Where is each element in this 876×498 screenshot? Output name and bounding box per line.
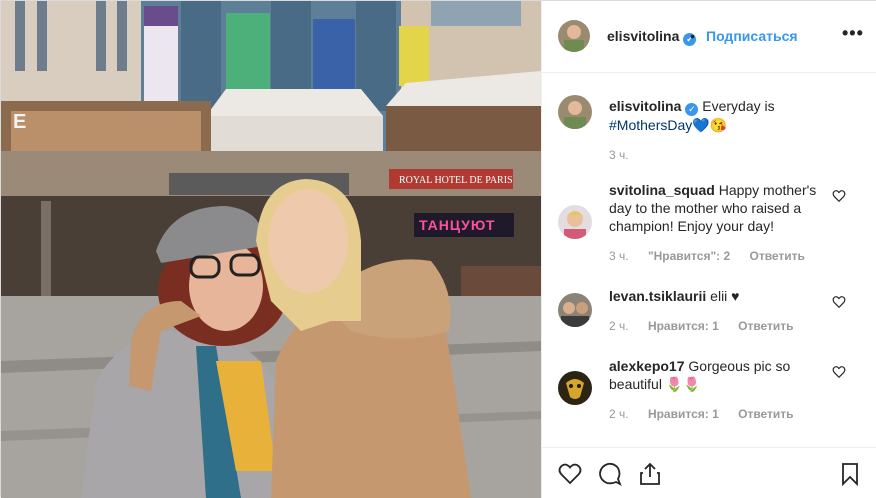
comment-icon[interactable] bbox=[598, 462, 622, 486]
comment-body: elii ♥ bbox=[710, 288, 740, 304]
shop-sign: ТАНЦУЮТ bbox=[419, 217, 495, 233]
photo-illustration: E ROYAL HOTEL DE PARIS ТАНЦУЮТ bbox=[1, 1, 541, 498]
caption-avatar[interactable] bbox=[558, 95, 592, 129]
post-dialog: E ROYAL HOTEL DE PARIS ТАНЦУЮТ elisvitol… bbox=[0, 0, 876, 498]
author-avatar[interactable] bbox=[558, 20, 590, 52]
caption-emoji: 💙😘 bbox=[692, 117, 728, 133]
comments-list: elisvitolina ✓ Everyday is #MothersDay💙😘 … bbox=[542, 73, 876, 445]
comment-author[interactable]: alexkepo17 bbox=[609, 358, 685, 374]
comment-time: 3 ч. bbox=[609, 249, 629, 263]
comment-likes[interactable]: "Нравится": 2 bbox=[648, 249, 730, 263]
hotel-sign: ROYAL HOTEL DE PARIS bbox=[399, 175, 513, 186]
caption-text: elisvitolina ✓ Everyday is #MothersDay💙😘 bbox=[609, 97, 829, 134]
separator-dot: • bbox=[690, 28, 695, 44]
like-comment-heart-icon[interactable] bbox=[832, 189, 846, 203]
reply-button[interactable]: Ответить bbox=[749, 249, 804, 263]
comment-meta: 2 ч. Нравится: 1 Ответить bbox=[609, 319, 810, 333]
comment-meta: 3 ч. "Нравится": 2 Ответить bbox=[609, 249, 821, 263]
hashtag-link[interactable]: #MothersDay bbox=[609, 117, 692, 133]
post-photo[interactable]: E ROYAL HOTEL DE PARIS ТАНЦУЮТ bbox=[1, 1, 541, 498]
like-comment-heart-icon[interactable] bbox=[832, 365, 846, 379]
comment-likes[interactable]: Нравится: 1 bbox=[648, 407, 719, 421]
comment-avatar[interactable] bbox=[558, 205, 592, 239]
reply-button[interactable]: Ответить bbox=[738, 319, 793, 333]
caption-author[interactable]: elisvitolina bbox=[609, 98, 681, 114]
comment-author[interactable]: levan.tsiklaurii bbox=[609, 288, 706, 304]
caption-time: 3 ч. bbox=[609, 148, 629, 162]
more-options-icon[interactable]: ••• bbox=[842, 23, 864, 44]
comment-author[interactable]: svitolina_squad bbox=[609, 182, 715, 198]
like-comment-heart-icon[interactable] bbox=[832, 295, 846, 309]
comment-avatar[interactable] bbox=[558, 293, 592, 327]
facade-letter: E bbox=[13, 111, 26, 133]
caption-meta: 3 ч. bbox=[609, 148, 645, 162]
comment-time: 2 ч. bbox=[609, 319, 629, 333]
author-username[interactable]: elisvitolina ✓ bbox=[607, 28, 697, 46]
heart-icon[interactable] bbox=[558, 462, 582, 486]
comment-time: 2 ч. bbox=[609, 407, 629, 421]
post-side-panel: elisvitolina ✓ • Подписаться ••• elisvito… bbox=[541, 1, 876, 498]
share-icon[interactable] bbox=[638, 462, 662, 486]
caption-body: Everyday is bbox=[702, 98, 775, 114]
comment-meta: 2 ч. Нравится: 1 Ответить bbox=[609, 407, 810, 421]
verified-badge-icon: ✓ bbox=[685, 103, 699, 116]
post-actions-bar bbox=[542, 447, 876, 498]
comment-text: alexkepo17 Gorgeous pic so beautiful 🌷🌷 bbox=[609, 357, 829, 393]
comment-text: levan.tsiklaurii elii ♥ bbox=[609, 287, 829, 305]
bookmark-icon[interactable] bbox=[838, 462, 862, 486]
author-username-text[interactable]: elisvitolina bbox=[607, 28, 679, 44]
comment-avatar[interactable] bbox=[558, 371, 592, 405]
comment-likes[interactable]: Нравится: 1 bbox=[648, 319, 719, 333]
reply-button[interactable]: Ответить bbox=[738, 407, 793, 421]
comment-text: svitolina_squad Happy mother's day to th… bbox=[609, 181, 829, 235]
post-header: elisvitolina ✓ • Подписаться ••• bbox=[542, 1, 876, 73]
follow-button[interactable]: Подписаться bbox=[706, 28, 798, 44]
